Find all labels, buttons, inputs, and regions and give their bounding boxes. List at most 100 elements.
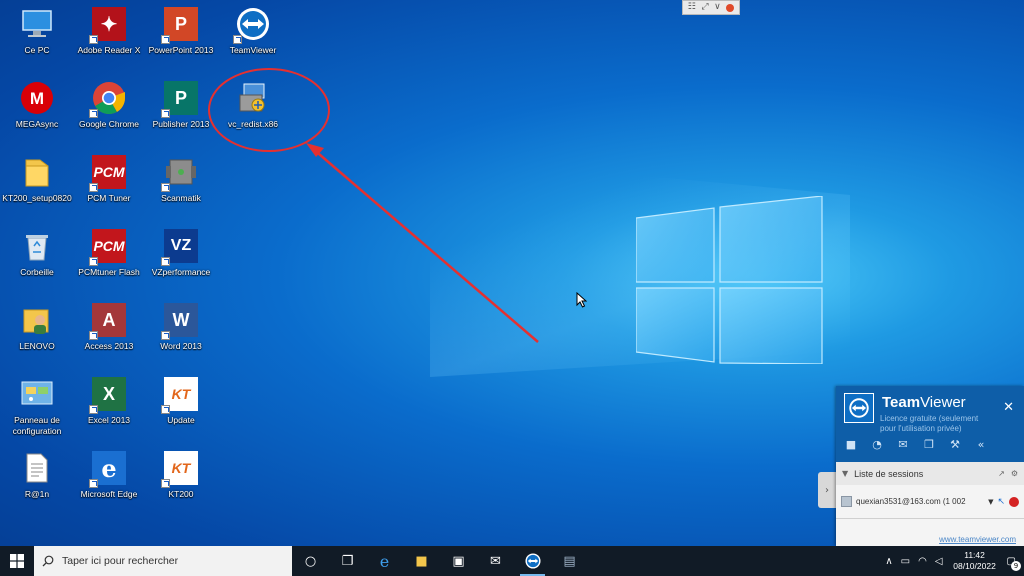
user-folder-icon bbox=[19, 302, 55, 338]
chevron-up-icon[interactable]: ∧ bbox=[885, 556, 892, 567]
teamviewer-website-link[interactable]: www.teamviewer.com bbox=[939, 535, 1016, 544]
store-icon: ▣ bbox=[452, 553, 465, 569]
desktop-icon-adobe-reader[interactable]: ✦ Adobe Reader X bbox=[72, 6, 146, 76]
task-view-button[interactable]: ❐ bbox=[329, 546, 366, 576]
desktop-icon-r1n[interactable]: R@1n bbox=[0, 450, 74, 520]
desktop-icon-pcm-tuner[interactable]: PCM PCM Tuner bbox=[72, 154, 146, 224]
chevron-down-icon[interactable]: ▼ bbox=[988, 498, 993, 506]
teamviewer-panel: TeamViewer Licence gratuite (seulement p… bbox=[836, 386, 1024, 546]
mail-icon: ✉ bbox=[490, 553, 501, 569]
vz-icon: VZ bbox=[161, 228, 199, 266]
teamviewer-logo-icon bbox=[844, 393, 874, 423]
taskbar-store[interactable]: ▣ bbox=[440, 546, 477, 576]
installer-icon: ▤ bbox=[563, 553, 576, 569]
teamviewer-panel-toggle[interactable]: › bbox=[818, 472, 836, 508]
headset-icon[interactable]: ◔ bbox=[870, 438, 884, 451]
session-row[interactable]: quexian3531@163.com (1 002 ▼ ↖ bbox=[836, 485, 1024, 519]
popout-icon[interactable]: ↗ bbox=[998, 469, 1005, 478]
desktop-icon-pcmtuner-flash[interactable]: PCM PCMtuner Flash bbox=[72, 228, 146, 298]
desktop-icon-scanmatik[interactable]: Scanmatik bbox=[144, 154, 218, 224]
desktop-icon-powerpoint[interactable]: P PowerPoint 2013 bbox=[144, 6, 218, 76]
search-placeholder: Taper ici pour rechercher bbox=[62, 555, 179, 567]
taskbar-search-box[interactable]: Taper ici pour rechercher bbox=[34, 546, 292, 576]
fullscreen-icon[interactable]: ⤢ bbox=[701, 1, 708, 14]
system-tray: ∧ ▭ ◠ ◁ 11:42 08/10/2022 ▢ 9 bbox=[885, 546, 1024, 576]
pcm-tuner-icon: PCM bbox=[89, 154, 127, 192]
chevron-right-icon: › bbox=[825, 484, 829, 496]
desktop-icon-ce-pc[interactable]: Ce PC bbox=[0, 6, 74, 76]
desktop-icon-google-chrome[interactable]: Google Chrome bbox=[72, 80, 146, 150]
pcm-flash-icon: PCM bbox=[89, 228, 127, 266]
task-view-icon: ❐ bbox=[341, 553, 354, 569]
battery-icon[interactable]: ▭ bbox=[901, 556, 910, 567]
windows-wallpaper-logo bbox=[636, 196, 823, 364]
wifi-icon[interactable]: ◠ bbox=[918, 556, 927, 567]
access-icon: A bbox=[89, 302, 127, 340]
start-button[interactable] bbox=[0, 546, 34, 576]
mouse-cursor-icon bbox=[576, 292, 587, 308]
desktop-icon-update[interactable]: KT Update bbox=[144, 376, 218, 446]
megasync-icon: M bbox=[19, 80, 55, 116]
desktop-icon-excel[interactable]: X Excel 2013 bbox=[72, 376, 146, 446]
teamviewer-footer: www.teamviewer.com bbox=[836, 519, 1024, 546]
close-icon[interactable]: ✕ bbox=[1003, 400, 1014, 415]
desktop-icon-kt200[interactable]: KT KT200 bbox=[144, 450, 218, 520]
avatar bbox=[841, 496, 852, 507]
desktop-icon-publisher[interactable]: P Publisher 2013 bbox=[144, 80, 218, 150]
session-list-header[interactable]: ▼ Liste de sessions ↗ ⚙ bbox=[836, 462, 1024, 485]
control-panel-icon bbox=[19, 376, 55, 412]
desktop-icon-teamviewer[interactable]: TeamViewer bbox=[216, 6, 290, 76]
folder-icon bbox=[19, 154, 55, 190]
annotation-circle bbox=[208, 68, 330, 152]
volume-icon[interactable]: ◁ bbox=[935, 556, 943, 567]
remote-session-toolbar[interactable]: ☷ ⤢ ∨ bbox=[682, 0, 740, 15]
record-icon[interactable] bbox=[726, 3, 735, 12]
teamviewer-title: TeamViewer bbox=[882, 394, 966, 411]
video-icon[interactable]: ■ bbox=[844, 438, 858, 451]
cortana-button[interactable]: ○ bbox=[292, 546, 329, 576]
teamviewer-toolbar: ■ ◔ ✉ ❐ ⚒ « bbox=[844, 438, 988, 451]
recycle-bin-icon bbox=[19, 228, 55, 264]
adobe-reader-icon: ✦ bbox=[89, 6, 127, 44]
files-icon[interactable]: ❐ bbox=[922, 438, 936, 451]
taskbar-installer[interactable]: ▤ bbox=[551, 546, 588, 576]
taskbar-mail[interactable]: ✉ bbox=[477, 546, 514, 576]
chrome-icon bbox=[89, 80, 127, 118]
svg-text:M: M bbox=[30, 89, 44, 108]
chat-icon[interactable]: ✉ bbox=[896, 438, 910, 451]
teamviewer-license-text: Licence gratuite (seulement pour l'utili… bbox=[880, 414, 979, 433]
scanmatik-icon bbox=[161, 154, 199, 192]
desktop-icon-panneau-de-configuration[interactable]: Panneau de configuration bbox=[0, 376, 74, 446]
taskbar-teamviewer[interactable] bbox=[514, 546, 551, 576]
desktop-icon-kt200-setup[interactable]: KT200_setup0820 bbox=[0, 154, 74, 224]
cortana-icon: ○ bbox=[304, 553, 317, 569]
desktop-icon-megasync[interactable]: M MEGAsync bbox=[0, 80, 74, 150]
desktop-icon-microsoft-edge[interactable]: e Microsoft Edge bbox=[72, 450, 146, 520]
chevron-down-icon[interactable]: ∨ bbox=[714, 1, 721, 14]
clock[interactable]: 11:42 08/10/2022 bbox=[951, 550, 999, 572]
excel-icon: X bbox=[89, 376, 127, 414]
end-session-icon[interactable] bbox=[1009, 496, 1019, 507]
collapse-icon[interactable]: « bbox=[974, 438, 988, 451]
windows-start-icon bbox=[10, 554, 24, 568]
triangle-down-icon: ▼ bbox=[842, 469, 849, 478]
gear-icon[interactable]: ⚙ bbox=[1011, 469, 1018, 478]
desktop-icon-access[interactable]: A Access 2013 bbox=[72, 302, 146, 372]
taskbar-edge[interactable]: e bbox=[366, 546, 403, 576]
folder-icon: ■ bbox=[415, 553, 428, 569]
powerpoint-icon: P bbox=[161, 6, 199, 44]
desktop-icon-corbeille[interactable]: Corbeille bbox=[0, 228, 74, 298]
update-icon: KT bbox=[161, 376, 199, 414]
notification-center-icon[interactable]: ▢ 9 bbox=[1007, 556, 1021, 571]
desktop-icon-lenovo[interactable]: LENOVO bbox=[0, 302, 74, 372]
tools-icon[interactable]: ⚒ bbox=[948, 438, 962, 451]
teamviewer-icon bbox=[233, 6, 271, 44]
kt200-icon: KT bbox=[161, 450, 199, 488]
publisher-icon: P bbox=[161, 80, 199, 118]
desktop-icon-word[interactable]: W Word 2013 bbox=[144, 302, 218, 372]
taskbar-file-explorer[interactable]: ■ bbox=[403, 546, 440, 576]
edge-icon: e bbox=[379, 551, 390, 571]
grid-icon[interactable]: ☷ bbox=[688, 1, 696, 14]
desktop-icon-vzperformance[interactable]: VZ VZperformance bbox=[144, 228, 218, 298]
pointer-icon[interactable]: ↖ bbox=[997, 497, 1005, 507]
